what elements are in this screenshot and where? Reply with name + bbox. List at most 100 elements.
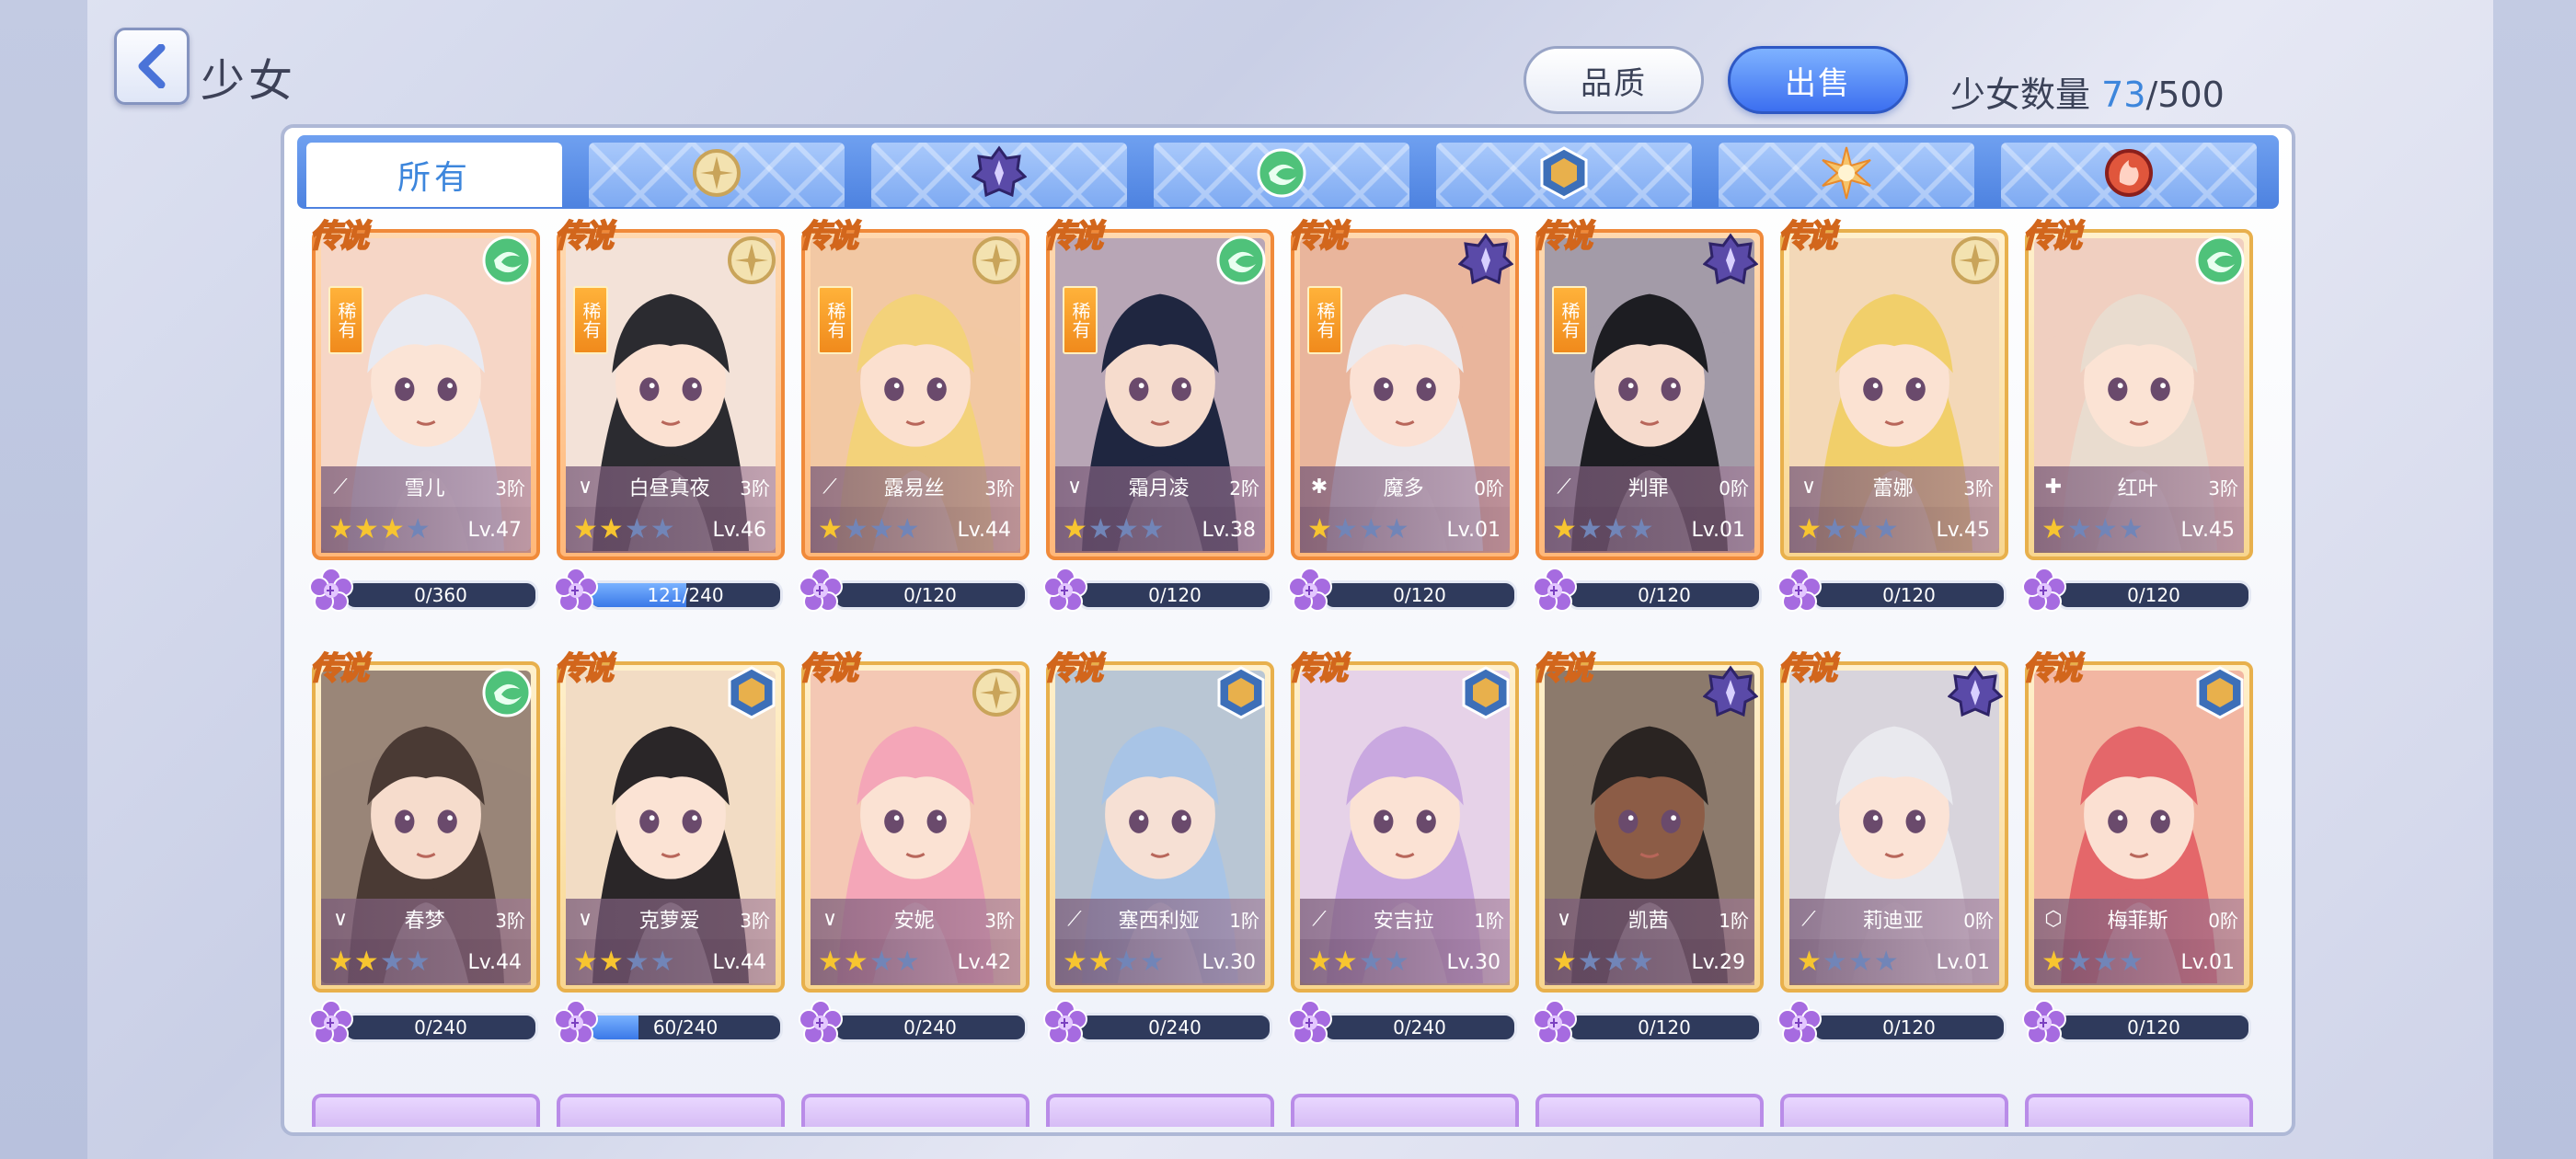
character-tier: 3阶 — [984, 476, 1015, 499]
class-wing-icon: ∨ — [577, 475, 593, 499]
character-card[interactable]: ⟋ 安吉拉 1阶 ★ ★ ★ ★ Lv.30 传说 0/240 — [1288, 649, 1519, 1044]
star-bar: ★ ★ ★ ★ Lv.44 — [811, 507, 1020, 553]
character-card[interactable]: ⟋ 塞西利娅 1阶 ★ ★ ★ ★ Lv.30 传说 0/240 — [1043, 649, 1274, 1044]
star-filled-icon: ★ — [573, 513, 598, 545]
exp-track: 60/240 — [588, 1013, 783, 1042]
exp-bar: 0/360 — [309, 568, 540, 612]
character-card-partial[interactable] — [312, 1094, 540, 1127]
character-card[interactable]: ✚ 红叶 3阶 ★ ★ ★ ★ Lv.45 传说 0/120 — [2022, 217, 2253, 612]
sell-button[interactable]: 出售 — [1728, 46, 1908, 114]
star-empty-icon: ★ — [624, 513, 650, 545]
character-card[interactable]: ∨ 凯茜 1阶 ★ ★ ★ ★ Lv.29 传说 0/120 — [1533, 649, 1764, 1044]
star-bar: ★ ★ ★ ★ Lv.47 — [321, 507, 531, 553]
sun-element-icon — [1819, 145, 1874, 204]
exp-text: 0/240 — [903, 1016, 957, 1039]
name-bar: ∨ 安妮 3阶 — [811, 899, 1020, 939]
tab-wind-element[interactable] — [1154, 143, 1409, 207]
star-filled-icon: ★ — [328, 513, 353, 545]
class-shield-icon: ⬡ — [2044, 907, 2063, 931]
light-element-icon — [969, 233, 1024, 288]
exp-flower-icon — [799, 568, 843, 612]
character-name: 白昼真夜 — [628, 477, 710, 500]
character-tier: 1阶 — [1719, 909, 1749, 932]
character-name: 莉迪亚 — [1862, 910, 1924, 933]
character-card-partial[interactable] — [801, 1094, 1029, 1127]
dark-element-icon — [1702, 233, 1759, 288]
back-button[interactable] — [114, 28, 190, 105]
character-name: 魔多 — [1383, 477, 1424, 500]
class-wing-icon: ∨ — [822, 907, 838, 931]
star-rating: ★ ★ ★ ★ — [1307, 948, 1410, 976]
star-empty-icon: ★ — [624, 946, 650, 978]
character-name: 露易丝 — [883, 477, 945, 500]
star-rating: ★ ★ ★ ★ — [2041, 516, 2145, 544]
tab-sun-element[interactable] — [1719, 143, 1974, 207]
star-bar: ★ ★ ★ ★ Lv.01 — [2034, 939, 2244, 985]
exp-bar: 0/240 — [799, 1000, 1029, 1044]
tab-light-element[interactable] — [589, 143, 845, 207]
star-empty-icon: ★ — [1384, 946, 1409, 978]
character-card-partial[interactable] — [557, 1094, 785, 1127]
quality-sort-button[interactable]: 品质 — [1524, 46, 1704, 114]
character-card[interactable]: ⟋ 莉迪亚 0阶 ★ ★ ★ ★ Lv.01 传说 0/120 — [1777, 649, 2008, 1044]
tab-earth-element[interactable] — [1436, 143, 1692, 207]
star-rating: ★ ★ ★ ★ — [1797, 948, 1900, 976]
character-level: Lv.44 — [712, 950, 766, 974]
character-level: Lv.01 — [1446, 518, 1501, 542]
tab-fire-element[interactable] — [2001, 143, 2257, 207]
star-empty-icon: ★ — [1358, 946, 1384, 978]
class-bow-icon: ⟋ — [1557, 475, 1571, 499]
character-card[interactable]: ∨ 克萝爱 3阶 ★ ★ ★ ★ Lv.44 传说 60/240 — [554, 649, 785, 1044]
character-card[interactable]: ⬡ 梅菲斯 0阶 ★ ★ ★ ★ Lv.01 传说 0/120 — [2022, 649, 2253, 1044]
star-empty-icon: ★ — [1822, 513, 1847, 545]
character-card-partial[interactable] — [1291, 1094, 1519, 1127]
character-card[interactable]: ∨ 蕾娜 3阶 ★ ★ ★ ★ Lv.45 传说 0/120 — [1777, 217, 2008, 612]
character-card-partial[interactable] — [1535, 1094, 1764, 1127]
name-bar: ∨ 凯茜 1阶 — [1545, 899, 1754, 939]
legend-badge-text: 传说 — [554, 649, 615, 688]
exp-bar: 0/120 — [2022, 1000, 2253, 1044]
character-card-partial[interactable] — [1780, 1094, 2008, 1127]
character-card[interactable]: ⟋ 露易丝 3阶 ★ ★ ★ ★ Lv.44 传说 稀有 0/120 — [799, 217, 1029, 612]
character-name: 梅菲斯 — [2107, 910, 2168, 933]
name-bar: ⟋ 塞西利娅 1阶 — [1055, 899, 1265, 939]
legend-badge-text: 传说 — [1533, 217, 1593, 256]
character-card[interactable]: ✱ 魔多 0阶 ★ ★ ★ ★ Lv.01 传说 稀有 0/120 — [1288, 217, 1519, 612]
exp-text: 0/360 — [414, 584, 467, 606]
wind-element-icon — [1254, 145, 1309, 204]
earth-element-icon — [1213, 665, 1269, 720]
tab-all[interactable]: 所有 — [306, 143, 562, 207]
star-bar: ★ ★ ★ ★ Lv.30 — [1300, 939, 1510, 985]
star-bar: ★ ★ ★ ★ Lv.42 — [811, 939, 1020, 985]
exp-text: 0/120 — [1882, 584, 1936, 606]
earth-element-icon — [2192, 665, 2248, 720]
count-current: 73 — [2101, 75, 2146, 115]
character-card[interactable]: ⟋ 雪儿 3阶 ★ ★ ★ ★ Lv.47 传说 稀有 0/360 — [309, 217, 540, 612]
exp-text: 0/120 — [1882, 1016, 1936, 1039]
character-card[interactable]: ∨ 白昼真夜 3阶 ★ ★ ★ ★ Lv.46 传说 稀有 121/240 — [554, 217, 785, 612]
character-card-partial[interactable] — [1046, 1094, 1274, 1127]
name-bar: ⟋ 雪儿 3阶 — [321, 466, 531, 507]
star-filled-icon: ★ — [1332, 946, 1358, 978]
exp-text: 0/240 — [1393, 1016, 1446, 1039]
exp-track: 0/120 — [2056, 580, 2251, 610]
character-card-partial[interactable] — [2025, 1094, 2253, 1127]
star-rating: ★ ★ ★ ★ — [573, 516, 676, 544]
character-card[interactable]: ∨ 春梦 3阶 ★ ★ ★ ★ Lv.44 传说 0/240 — [309, 649, 540, 1044]
exp-track: 0/120 — [1322, 580, 1517, 610]
character-level: Lv.01 — [1936, 950, 1990, 974]
name-bar: ✱ 魔多 0阶 — [1300, 466, 1510, 507]
tab-dark-element[interactable] — [871, 143, 1127, 207]
class-bow-icon: ⟋ — [1801, 907, 1816, 931]
character-card[interactable]: ⟋ 判罪 0阶 ★ ★ ★ ★ Lv.01 传说 稀有 0/120 — [1533, 217, 1764, 612]
star-empty-icon: ★ — [1332, 513, 1358, 545]
character-card[interactable]: ∨ 霜月凌 2阶 ★ ★ ★ ★ Lv.38 传说 稀有 0/120 — [1043, 217, 1274, 612]
character-tier: 3阶 — [495, 476, 525, 499]
character-card[interactable]: ∨ 安妮 3阶 ★ ★ ★ ★ Lv.42 传说 0/240 — [799, 649, 1029, 1044]
class-wing-icon: ∨ — [332, 907, 349, 931]
star-empty-icon: ★ — [650, 513, 675, 545]
star-rating: ★ ★ ★ ★ — [1063, 516, 1166, 544]
star-filled-icon: ★ — [1307, 946, 1332, 978]
class-wing-icon: ∨ — [1800, 475, 1817, 499]
star-empty-icon: ★ — [1603, 513, 1628, 545]
